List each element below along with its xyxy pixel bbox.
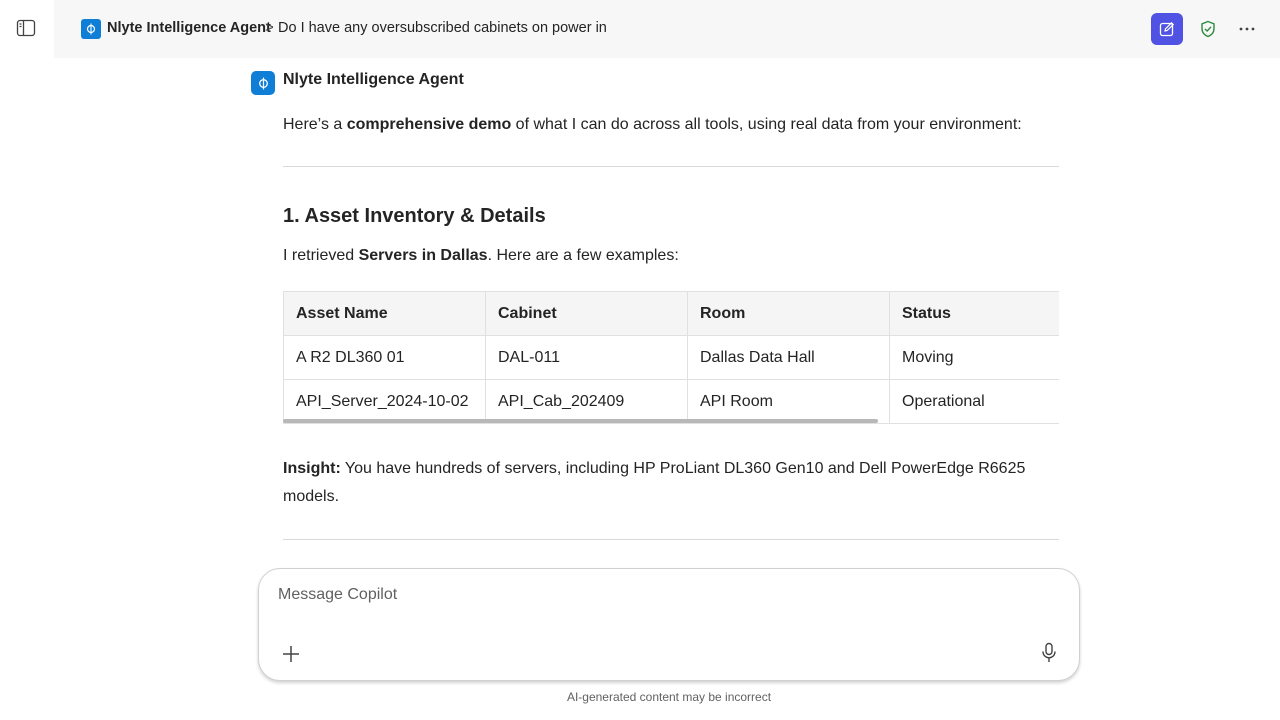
new-chat-button[interactable] — [1151, 13, 1183, 45]
insight-line-2: models. — [283, 488, 340, 505]
plus-icon — [283, 646, 299, 662]
intro-prefix: Here’s a — [283, 116, 347, 133]
table-cell: A R2 DL360 01 — [283, 335, 486, 380]
intro-suffix: of what I can do across all tools, using… — [511, 116, 1022, 133]
divider — [283, 166, 1059, 167]
retrieved-suffix: . Here are a few examples: — [487, 247, 679, 264]
table-cell: API_Cab_202409 — [485, 379, 688, 424]
asset-table-container[interactable]: Asset Name Cabinet Room Status A R2 DL36… — [283, 291, 1059, 425]
shield-button[interactable] — [1196, 17, 1220, 41]
left-rail — [0, 0, 54, 720]
message-composer — [258, 568, 1080, 681]
agent-avatar-icon — [251, 71, 275, 95]
table-cell: Dallas Data Hall — [687, 335, 890, 380]
column-header: Status — [889, 291, 1059, 336]
breadcrumb-agent-name[interactable]: Nlyte Intelligence Agent — [107, 20, 271, 36]
table-cell: DAL-011 — [485, 335, 688, 380]
asset-table: Asset Name Cabinet Room Status A R2 DL36… — [283, 291, 1059, 424]
intro-text: Here’s a comprehensive demo of what I ca… — [283, 111, 1022, 139]
table-cell: Operational — [889, 379, 1059, 424]
retrieved-prefix: I retrieved — [283, 247, 359, 264]
microphone-button[interactable] — [1038, 641, 1060, 665]
insight-label: Insight: — [283, 460, 341, 477]
table-row: API_Server_2024-10-02 API_Cab_202409 API… — [283, 379, 1059, 424]
add-attachment-button[interactable] — [280, 643, 302, 665]
intro-bold: comprehensive demo — [346, 116, 512, 133]
message-input[interactable] — [278, 586, 1038, 604]
ai-disclaimer: AI-generated content may be incorrect — [566, 690, 772, 704]
more-options-button[interactable] — [1235, 17, 1259, 41]
breadcrumb-separator: > — [265, 19, 274, 36]
table-cell: API Room — [687, 379, 890, 424]
retrieved-bold: Servers in Dallas — [358, 247, 488, 264]
agent-logo-icon — [81, 19, 101, 39]
insight-line-1: Insight: You have hundreds of servers, i… — [283, 455, 1025, 483]
retrieved-text: I retrieved Servers in Dallas. Here are … — [283, 242, 679, 270]
table-row: A R2 DL360 01 DAL-011 Dallas Data Hall M… — [283, 335, 1059, 380]
section-heading: 1. Asset Inventory & Details — [283, 205, 546, 227]
microphone-icon — [1042, 642, 1056, 662]
column-header: Asset Name — [283, 291, 486, 336]
insight-text: You have hundreds of servers, including … — [340, 460, 1026, 477]
top-header: Nlyte Intelligence Agent > Do I have any… — [54, 0, 1280, 58]
table-horizontal-scrollbar[interactable] — [283, 419, 878, 423]
column-header: Room — [687, 291, 890, 336]
breadcrumb-chat-title: Do I have any oversubscribed cabinets on… — [278, 20, 607, 36]
divider — [283, 539, 1059, 540]
more-horizontal-icon — [1239, 27, 1255, 31]
shield-check-icon — [1201, 20, 1215, 38]
compose-icon — [1159, 21, 1175, 37]
sidebar-toggle-icon[interactable] — [16, 19, 36, 37]
table-cell: API_Server_2024-10-02 — [283, 379, 486, 424]
table-cell: Moving — [889, 335, 1059, 380]
message-author: Nlyte Intelligence Agent — [283, 71, 464, 88]
table-header-row: Asset Name Cabinet Room Status — [283, 291, 1059, 336]
column-header: Cabinet — [485, 291, 688, 336]
